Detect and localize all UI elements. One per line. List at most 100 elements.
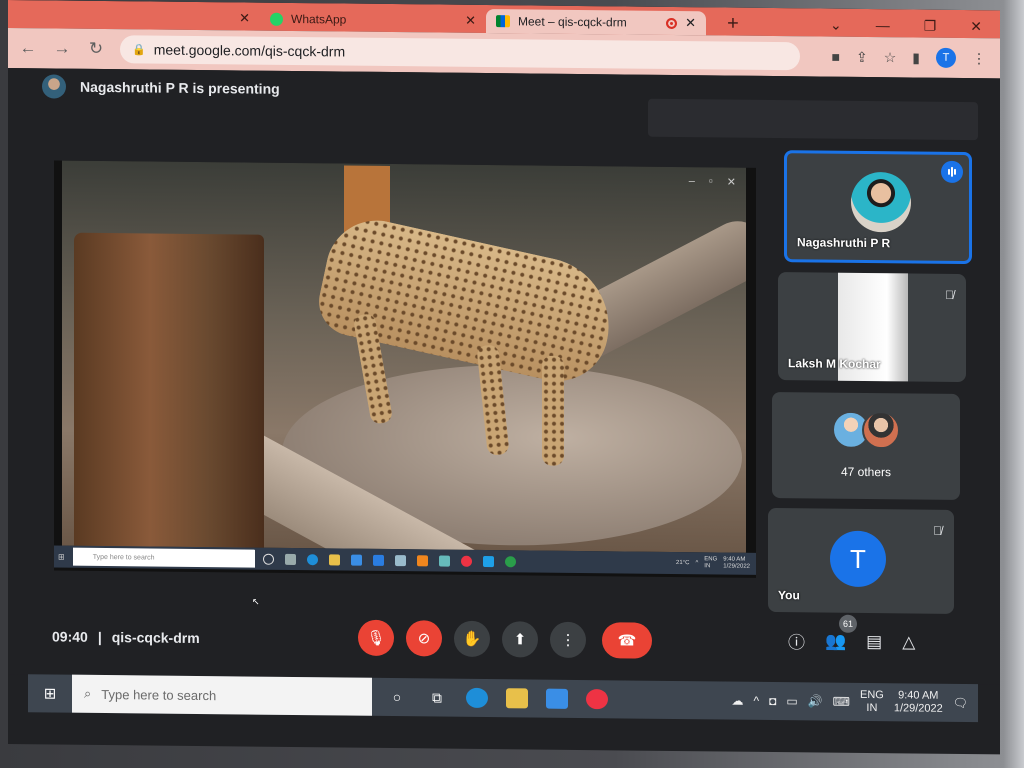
chat-icon[interactable]: ▤ <box>866 631 882 651</box>
close-window-icon[interactable]: ✕ <box>970 18 982 35</box>
search-icon: ⌕ <box>84 685 92 701</box>
language-indicator[interactable]: ENG IN <box>860 689 884 715</box>
end-call-icon: ☎ <box>617 632 637 650</box>
keyboard-icon[interactable]: ⌨ <box>833 695 850 709</box>
presentation-strip <box>648 98 978 141</box>
url-bar[interactable]: 🔒 meet.google.com/qis-cqck-drm <box>120 35 800 71</box>
star-icon[interactable]: ☆ <box>884 49 897 66</box>
store-icon[interactable] <box>546 688 568 709</box>
chrome-icon <box>460 555 472 567</box>
task-view-icon[interactable]: ⧉ <box>426 687 448 707</box>
meeting-time: 09:40 <box>52 628 88 645</box>
cortana-icon[interactable]: ○ <box>386 687 408 707</box>
lock-icon[interactable]: 🔒 <box>132 43 146 56</box>
present-icon: ⬆ <box>513 631 527 649</box>
participant-tile-you[interactable]: T 🎙̸ You <box>768 507 954 614</box>
windows-start-button[interactable]: ⊞ <box>28 674 72 712</box>
mic-off-icon: 🎙 <box>366 629 386 647</box>
new-tab-button[interactable]: + <box>718 12 748 35</box>
close-icon[interactable]: ✕ <box>685 15 696 31</box>
close-icon[interactable]: ✕ <box>465 13 476 29</box>
more-icon: ⋮ <box>560 631 576 649</box>
participant-tile-others[interactable]: 47 others <box>772 392 960 500</box>
network-icon[interactable]: ▭ <box>786 694 797 708</box>
tree-stump <box>74 232 264 553</box>
you-avatar: T <box>830 530 886 588</box>
vlc-icon <box>416 554 428 566</box>
speaking-indicator-icon <box>941 160 963 184</box>
app-icon <box>438 555 450 567</box>
side-panel-icon[interactable]: ▮ <box>912 49 920 66</box>
edge-icon <box>306 553 318 565</box>
chrome-icon[interactable] <box>586 689 608 710</box>
system-tray: ☁ ^ ◘ ▭ 🔊 ⌨ ENG IN 9:40 AM 1/29/2022 🗨 <box>731 688 978 717</box>
chevron-down-icon[interactable]: ⌄ <box>830 16 842 33</box>
chrome-icon <box>504 555 516 567</box>
task-view-icon <box>284 553 296 565</box>
menu-icon[interactable]: ⋮ <box>972 50 986 67</box>
restore-icon[interactable]: ❐ <box>924 17 937 34</box>
raise-hand-button[interactable]: ✋ <box>454 620 490 658</box>
camera-icon[interactable]: ◘ <box>769 694 776 708</box>
file-explorer-icon[interactable] <box>506 688 528 709</box>
others-label: 47 others <box>840 464 892 480</box>
meeting-info: 09:40 | qis-cqck-drm <box>52 628 200 646</box>
participant-tile-laksh[interactable]: 🎙̸ Laksh M Kochar <box>778 272 966 383</box>
close-icon[interactable]: ✕ <box>727 176 736 189</box>
tab-label: WhatsApp <box>291 11 347 27</box>
clock-date: 1/29/2022 <box>893 702 943 715</box>
edge-icon[interactable] <box>466 687 488 709</box>
minimize-icon[interactable]: — <box>876 17 890 33</box>
forward-icon[interactable]: → <box>52 38 72 58</box>
activities-icon[interactable]: △ <box>902 632 915 652</box>
close-icon[interactable]: ✕ <box>239 10 250 26</box>
hand-icon: ✋ <box>462 630 482 648</box>
meeting-code: qis-cqck-drm <box>111 629 200 647</box>
notification-icon[interactable]: 🗨 <box>953 696 968 710</box>
chevron-up-icon[interactable]: ^ <box>753 694 759 708</box>
tab-label: Meet – qis-cqck-drm <box>518 14 627 30</box>
mic-toggle-button[interactable]: 🎙 <box>358 619 394 657</box>
tab-previous[interactable]: ✕ <box>8 4 260 31</box>
meet-window: Nagashruthi P R is presenting – ▫ ✕ ⊞ Ty… <box>8 68 1000 701</box>
share-icon[interactable]: ⇪ <box>856 48 868 65</box>
tab-meet[interactable]: Meet – qis-cqck-drm ✕ <box>486 9 706 36</box>
separator: | <box>97 628 102 645</box>
profile-avatar[interactable]: T <box>936 47 956 68</box>
presenter-avatar <box>42 74 66 99</box>
call-controls: 🎙 ⊘ ✋ ⬆ ⋮ ☎ <box>358 619 652 659</box>
people-icon[interactable]: 👥 <box>825 631 846 651</box>
participant-name: Laksh M Kochar <box>788 356 881 372</box>
whatsapp-icon <box>270 12 283 26</box>
more-options-button[interactable]: ⋮ <box>550 621 586 659</box>
volume-icon[interactable]: 🔊 <box>808 694 823 708</box>
back-icon[interactable]: ← <box>18 38 38 58</box>
minimize-icon[interactable]: – <box>689 175 695 188</box>
shared-search-box: Type here to search <box>72 547 255 568</box>
cortana-icon <box>262 553 274 565</box>
camera-icon[interactable]: ■ <box>832 49 840 65</box>
shared-video: – ▫ ✕ <box>62 160 746 553</box>
taskbar-icons: ○ ⧉ <box>372 687 608 710</box>
participant-tile-presenter[interactable]: Nagashruthi P R <box>784 150 972 265</box>
side-controls: ⓘ 👥 ▤ △ <box>788 628 915 654</box>
camera-toggle-button[interactable]: ⊘ <box>406 620 442 657</box>
present-button[interactable]: ⬆ <box>502 621 538 658</box>
clock[interactable]: 9:40 AM 1/29/2022 <box>894 689 943 716</box>
player-icon <box>482 555 494 567</box>
monitor-frame: ✕ WhatsApp ✕ Meet – qis-cqck-drm ✕ + ⌄ —… <box>0 0 1024 768</box>
shared-taskbar-icons <box>262 553 516 567</box>
info-icon[interactable]: ⓘ <box>788 628 805 653</box>
reload-icon[interactable]: ↻ <box>86 39 106 59</box>
presenter-bar: Nagashruthi P R is presenting <box>42 74 280 100</box>
video-window-controls: – ▫ ✕ <box>689 175 736 188</box>
restore-icon[interactable]: ▫ <box>709 175 713 188</box>
file-explorer-icon <box>328 553 340 565</box>
tab-whatsapp[interactable]: WhatsApp ✕ <box>260 7 486 33</box>
onedrive-icon[interactable]: ☁ <box>731 694 743 708</box>
camera-off-icon: ⊘ <box>417 630 431 648</box>
leave-call-button[interactable]: ☎ <box>602 622 652 659</box>
mouse-cursor: ↖ <box>252 596 260 607</box>
screen: ✕ WhatsApp ✕ Meet – qis-cqck-drm ✕ + ⌄ —… <box>8 0 1000 755</box>
taskbar-search-box[interactable]: ⌕ Type here to search <box>72 674 372 716</box>
